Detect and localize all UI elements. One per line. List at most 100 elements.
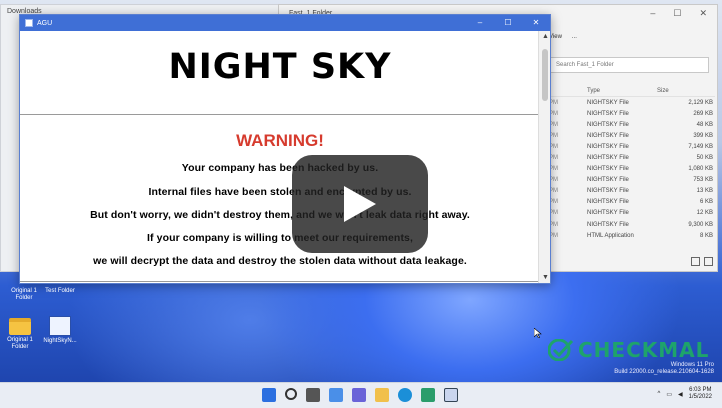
popup-titlebar[interactable]: AGU – ☐ ✕: [20, 15, 550, 31]
tiles-view-icon[interactable]: [704, 257, 713, 266]
widgets-icon[interactable]: [329, 388, 343, 402]
os-build: Build 22000.co_release.210604-1628: [614, 369, 714, 375]
scroll-down-icon[interactable]: ▼: [542, 274, 549, 281]
clock-time: 6:03 PM: [689, 387, 712, 393]
column-type[interactable]: Type: [587, 88, 653, 94]
file-explorer-icon[interactable]: [375, 388, 389, 402]
file-row[interactable]: PM NIGHTSKY File 7,149 KB: [549, 141, 715, 152]
file-date: PM: [549, 155, 558, 162]
file-row[interactable]: PM NIGHTSKY File 13 KB: [549, 186, 715, 197]
task-view-icon[interactable]: [306, 388, 320, 402]
desktop-icon-label: NightSkyN...: [43, 338, 77, 344]
close-icon[interactable]: ✕: [522, 15, 550, 31]
file-type: NIGHTSKY File: [587, 177, 629, 184]
os-edition: Windows 11 Pro: [670, 362, 714, 368]
file-size: 13 KB: [696, 188, 713, 195]
search-input[interactable]: Search Fast_1 Folder: [549, 57, 709, 73]
network-icon[interactable]: ▭: [666, 391, 672, 398]
divider: [20, 114, 538, 115]
play-button[interactable]: [292, 155, 428, 253]
file-row[interactable]: PM NIGHTSKY File 6 KB: [549, 197, 715, 208]
file-row[interactable]: PM NIGHTSKY File 48 KB: [549, 119, 715, 130]
ransom-line: Internal files have been stolen and encr…: [148, 186, 412, 198]
scrollbar[interactable]: ▲ ▼: [538, 31, 550, 283]
file-row[interactable]: PM NIGHTSKY File 12 KB: [549, 208, 715, 219]
running-app-icon[interactable]: [444, 388, 458, 402]
close-icon[interactable]: ✕: [699, 8, 707, 19]
file-type: NIGHTSKY File: [587, 199, 629, 206]
file-type: NIGHTSKY File: [587, 155, 629, 162]
folder-icon: [9, 318, 31, 335]
warning-heading: WARNING!: [236, 131, 324, 150]
desktop-icon-folder[interactable]: Original 1 Folder: [0, 318, 40, 351]
desktop-icon-app[interactable]: NightSkyN...: [40, 316, 80, 345]
file-type: NIGHTSKY File: [587, 143, 629, 150]
ransom-note-window[interactable]: AGU – ☐ ✕ NIGHT SKY WARNING! Your compan…: [19, 14, 551, 284]
details-view-icon[interactable]: [691, 257, 700, 266]
file-date: PM: [549, 199, 558, 206]
desktop: Downloads Fast_1 Folder – ☐ ✕ View ... S…: [0, 0, 722, 408]
ransom-line: Your company has been hacked by us.: [181, 162, 379, 174]
file-size: 48 KB: [696, 121, 713, 128]
app-file-icon: [49, 316, 71, 336]
search-icon[interactable]: [285, 388, 297, 400]
file-size: 2,129 KB: [688, 99, 713, 106]
file-row[interactable]: PM NIGHTSKY File 2,129 KB: [549, 97, 715, 108]
file-type: NIGHTSKY File: [587, 188, 629, 195]
file-row[interactable]: PM NIGHTSKY File 50 KB: [549, 152, 715, 163]
file-date: PM: [549, 121, 558, 128]
ransom-line: But don't worry, we didn't destroy them,…: [90, 209, 470, 221]
taskbar-apps: [262, 388, 458, 402]
volume-icon[interactable]: ◀: [678, 391, 683, 398]
file-type: NIGHTSKY File: [587, 132, 629, 139]
system-tray: ^ ▭ ◀ 6:03 PM 1/5/2022: [658, 387, 712, 401]
file-date: PM: [549, 188, 558, 195]
os-watermark: Windows 11 Pro Build 22000.co_release.21…: [614, 362, 714, 376]
file-date: PM: [549, 210, 558, 217]
file-size: 1,080 KB: [688, 166, 713, 173]
file-type: NIGHTSKY File: [587, 210, 629, 217]
maximize-icon[interactable]: ☐: [673, 8, 681, 19]
mouse-cursor-icon: [534, 328, 542, 338]
file-type: NIGHTSKY File: [587, 166, 629, 173]
maximize-icon[interactable]: ☐: [494, 15, 522, 31]
start-icon[interactable]: [262, 388, 276, 402]
file-date: PM: [549, 99, 558, 106]
minimize-icon[interactable]: –: [650, 8, 655, 19]
file-list-header: Type Size: [549, 85, 715, 97]
edge-icon[interactable]: [398, 388, 412, 402]
chevron-up-icon[interactable]: ^: [658, 391, 661, 397]
clock[interactable]: 6:03 PM 1/5/2022: [689, 387, 712, 401]
checkmark-logo-icon: [548, 339, 574, 361]
file-date: PM: [549, 132, 558, 139]
file-date: PM: [549, 221, 558, 228]
file-size: 7,149 KB: [688, 143, 713, 150]
file-type: NIGHTSKY File: [587, 110, 629, 117]
chat-icon[interactable]: [352, 388, 366, 402]
file-row[interactable]: PM NIGHTSKY File 1,080 KB: [549, 164, 715, 175]
file-type: NIGHTSKY File: [587, 221, 629, 228]
file-size: 753 KB: [693, 177, 713, 184]
desktop-icon[interactable]: Original 1 Folder: [4, 288, 44, 302]
file-row[interactable]: PM NIGHTSKY File 399 KB: [549, 130, 715, 141]
more-button[interactable]: ...: [572, 34, 577, 40]
ransom-line: If your company is willing to meet our r…: [147, 232, 413, 244]
scroll-up-icon[interactable]: ▲: [542, 33, 549, 40]
file-row[interactable]: PM NIGHTSKY File 269 KB: [549, 108, 715, 119]
file-row[interactable]: PM NIGHTSKY File 9,300 KB: [549, 219, 715, 230]
desktop-icon-label: Original 1 Folder: [11, 288, 37, 301]
scroll-thumb[interactable]: [542, 49, 548, 101]
file-date: PM: [549, 143, 558, 150]
store-icon[interactable]: [421, 388, 435, 402]
column-size[interactable]: Size: [653, 88, 713, 94]
file-row[interactable]: PM HTML Application 8 KB: [549, 230, 715, 241]
file-type: NIGHTSKY File: [587, 99, 629, 106]
minimize-icon[interactable]: –: [466, 15, 494, 31]
ransom-note-content: NIGHT SKY WARNING! Your company has been…: [20, 31, 540, 283]
file-size: 399 KB: [693, 132, 713, 139]
desktop-icon[interactable]: Test Folder: [40, 288, 80, 295]
file-size: 50 KB: [696, 155, 713, 162]
file-row[interactable]: PM NIGHTSKY File 753 KB: [549, 175, 715, 186]
view-toggle: [691, 257, 713, 266]
file-size: 9,300 KB: [688, 221, 713, 228]
